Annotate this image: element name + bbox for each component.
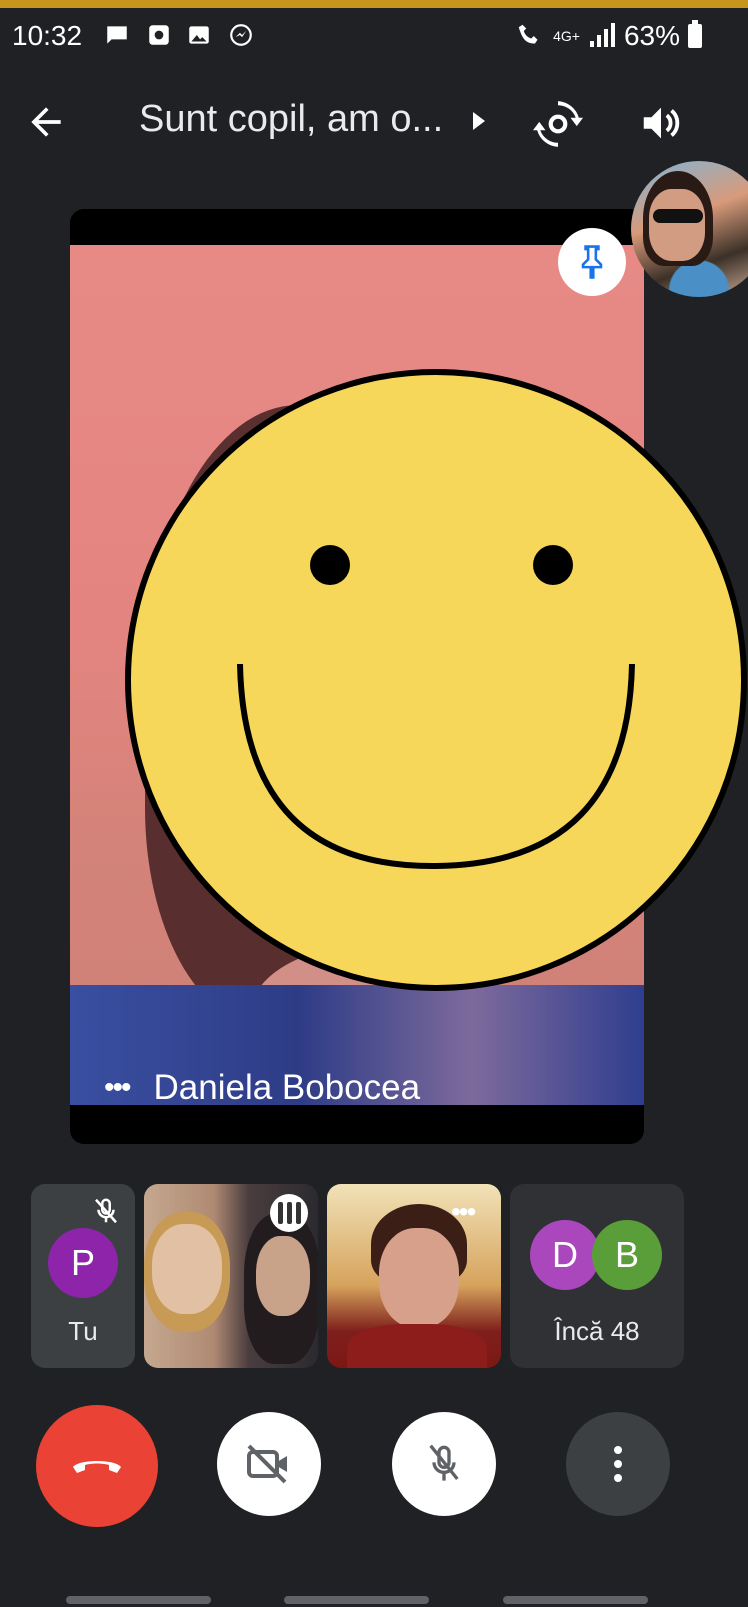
- meeting-title[interactable]: Sunt copil, am o...: [139, 98, 443, 141]
- camera-off-icon: [247, 1444, 287, 1484]
- status-time: 10:32: [12, 20, 83, 51]
- participant-tile-video[interactable]: [144, 1184, 318, 1368]
- chat-bubble-icon: [107, 26, 127, 44]
- status-right: 4G+ 63%: [515, 20, 702, 52]
- avatar: B: [592, 1220, 662, 1290]
- avatar: D: [530, 1220, 600, 1290]
- battery-icon: [688, 20, 702, 48]
- more-participants-tile[interactable]: D B Încă 48: [510, 1184, 684, 1368]
- back-arrow-icon[interactable]: [24, 100, 68, 144]
- wifi-call-icon: [518, 24, 538, 44]
- kebab-menu-icon: [614, 1446, 622, 1482]
- nav-gesture-bar[interactable]: [284, 1596, 429, 1604]
- messenger-icon: [230, 24, 252, 46]
- speaking-indicator-icon: [270, 1194, 308, 1232]
- more-options-button[interactable]: [566, 1412, 670, 1516]
- participant-shirt-3: [347, 1324, 487, 1368]
- camera-toggle-button[interactable]: [217, 1412, 321, 1516]
- end-call-button[interactable]: [36, 1405, 158, 1527]
- battery-percent: 63%: [623, 20, 680, 51]
- nav-gesture-bar[interactable]: [66, 1596, 211, 1604]
- hang-up-icon: [73, 1461, 121, 1473]
- mic-off-icon: [429, 1444, 459, 1481]
- speaker-name-bar: ••• Daniela Bobocea: [104, 1068, 420, 1108]
- square-app-icon: [149, 25, 169, 45]
- pin-button[interactable]: [558, 228, 626, 296]
- mic-off-icon: [95, 1198, 117, 1224]
- speaker-icon[interactable]: [638, 100, 684, 146]
- meeting-top-bar: Sunt copil, am o...: [0, 80, 748, 170]
- participant-face-3: [379, 1228, 459, 1328]
- more-participants-label: Încă 48: [554, 1316, 640, 1346]
- participant-tile-self[interactable]: P Tu: [31, 1184, 135, 1368]
- switch-camera-icon[interactable]: [533, 99, 583, 149]
- top-strip: [0, 0, 748, 8]
- pin-icon: [581, 245, 603, 279]
- smiley-overlay: [125, 369, 747, 991]
- smiley-face: [125, 369, 747, 991]
- avatar: P: [48, 1228, 118, 1298]
- participant-label: Tu: [68, 1316, 98, 1346]
- self-face: [649, 189, 705, 261]
- participant-tile-video[interactable]: •••: [327, 1184, 501, 1368]
- more-options-icon[interactable]: •••: [104, 1071, 131, 1105]
- status-bar: 10:32 4G+ 63%: [0, 8, 748, 64]
- smiley-right-eye: [533, 545, 573, 585]
- expand-title-icon[interactable]: [473, 112, 485, 130]
- smiley-left-eye: [310, 545, 350, 585]
- network-type: 4G+: [553, 28, 580, 44]
- nav-gesture-bar[interactable]: [503, 1596, 648, 1604]
- tile-more-icon[interactable]: •••: [451, 1196, 476, 1228]
- self-sunglasses: [653, 209, 703, 223]
- mic-toggle-button[interactable]: [392, 1412, 496, 1516]
- participant-face-1: [152, 1224, 222, 1314]
- signal-icon: [589, 23, 615, 47]
- speaker-name: Daniela Bobocea: [153, 1068, 421, 1107]
- self-view-thumbnail[interactable]: [631, 161, 748, 297]
- participant-face-2: [256, 1236, 310, 1316]
- gallery-icon: [189, 26, 209, 44]
